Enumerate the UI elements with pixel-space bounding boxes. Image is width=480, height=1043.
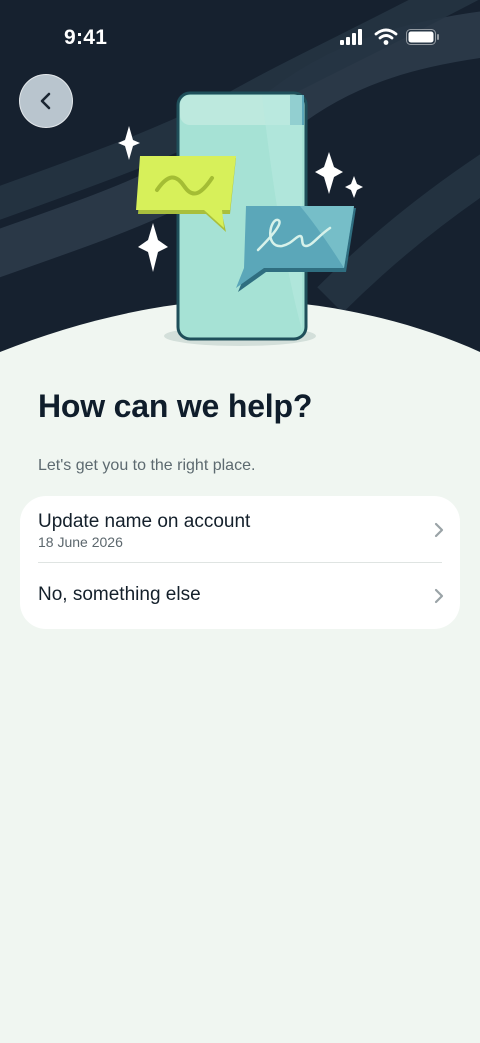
hero-illustration: 9:41 (0, 0, 480, 380)
signal-icon (340, 29, 362, 45)
wifi-icon (374, 28, 398, 45)
option-date: 18 June 2026 (38, 534, 123, 550)
main-content: How can we help? Let's get you to the ri… (38, 388, 442, 475)
chevron-right-icon (434, 588, 444, 604)
status-time: 9:41 (64, 26, 108, 49)
option-label: Update name on account (38, 511, 251, 532)
chevron-left-icon (40, 92, 51, 110)
back-button[interactable] (19, 74, 73, 128)
battery-icon (406, 29, 439, 45)
page-subtitle: Let's get you to the right place. (38, 457, 256, 474)
options-card: Update name on account 18 June 2026 No, … (20, 496, 460, 629)
option-label: No, something else (38, 584, 201, 605)
chevron-right-icon (434, 522, 444, 538)
option-update-name[interactable]: Update name on account 18 June 2026 (20, 496, 460, 562)
status-bar: 9:41 (0, 0, 480, 78)
option-something-else[interactable]: No, something else (20, 563, 460, 629)
page-title: How can we help? (38, 388, 313, 424)
